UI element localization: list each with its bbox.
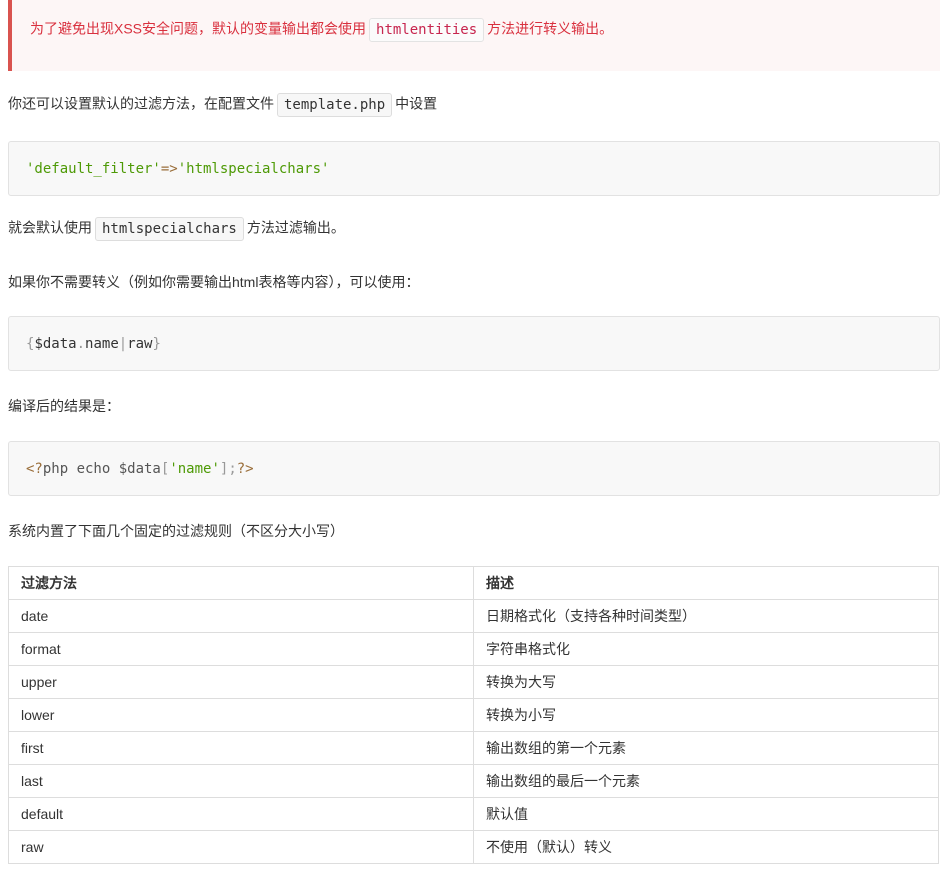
filter-name-cell: default — [8, 797, 474, 831]
p2-inline-code: htmlspecialchars — [95, 217, 244, 241]
filter-name-cell: lower — [8, 698, 474, 732]
filter-desc-cell: 输出数组的第一个元素 — [473, 731, 939, 765]
table-header-row: 过滤方法 描述 — [8, 566, 939, 600]
code2-pipe: | — [118, 335, 128, 352]
header-filter-method: 过滤方法 — [8, 566, 474, 600]
code2-close-brace: } — [152, 335, 161, 352]
table-row: lower 转换为小写 — [8, 698, 939, 732]
code1-arrow: => — [160, 160, 178, 177]
table-row: date 日期格式化（支持各种时间类型） — [8, 599, 939, 633]
filter-name-cell: last — [8, 764, 474, 798]
code3-lbracket: [ — [160, 460, 170, 477]
alert-inline-code: htmlentities — [369, 18, 485, 42]
filter-desc-cell: 字符串格式化 — [473, 632, 939, 666]
p1-text-after: 中设置 — [395, 95, 438, 112]
code2-dot: . — [76, 335, 86, 352]
paragraph-default-filter: 你还可以设置默认的过滤方法，在配置文件 template.php 中设置 — [8, 93, 437, 117]
filter-desc-cell: 日期格式化（支持各种时间类型） — [473, 599, 939, 633]
filter-desc-cell: 转换为小写 — [473, 698, 939, 732]
filter-name-cell: raw — [8, 830, 474, 864]
code3-rbracket: ]; — [219, 460, 237, 477]
code-block-compiled: <? php echo $data['name']; ?> — [8, 441, 940, 496]
code2-var: $data — [34, 335, 77, 352]
table-row: default 默认值 — [8, 797, 939, 831]
table-row: raw 不使用（默认）转义 — [8, 830, 939, 864]
filter-desc-cell: 输出数组的最后一个元素 — [473, 764, 939, 798]
filter-desc-cell: 转换为大写 — [473, 665, 939, 699]
code1-value: 'htmlspecialchars' — [177, 160, 330, 177]
filter-name-cell: format — [8, 632, 474, 666]
p2-text-after: 方法过滤输出。 — [246, 219, 345, 236]
p1-text-before: 你还可以设置默认的过滤方法，在配置文件 — [8, 95, 274, 112]
p2-text-before: 就会默认使用 — [8, 219, 92, 236]
table-row: upper 转换为大写 — [8, 665, 939, 699]
filter-name-cell: first — [8, 731, 474, 765]
code3-close: ?> — [236, 460, 254, 477]
paragraph-no-escape: 如果你不需要转义（例如你需要输出html表格等内容），可以使用： — [8, 274, 420, 290]
xss-warning-alert: 为了避免出现XSS安全问题，默认的变量输出都会使用 htmlentities 方法进… — [8, 0, 940, 71]
code2-open-brace: { — [26, 335, 35, 352]
code3-key: 'name' — [169, 460, 220, 477]
table-row: first 输出数组的第一个元素 — [8, 731, 939, 765]
table-row: format 字符串格式化 — [8, 632, 939, 666]
code-block-raw: {$data. name | raw} — [8, 316, 940, 371]
code3-open: <? — [26, 460, 43, 477]
code-block-default-filter: 'default_filter' => 'htmlspecialchars' — [8, 141, 940, 196]
header-description: 描述 — [473, 566, 939, 600]
filter-desc-cell: 默认值 — [473, 797, 939, 831]
p1-inline-code: template.php — [277, 93, 393, 117]
filter-desc-cell: 不使用（默认）转义 — [473, 830, 939, 864]
filter-name-cell: upper — [8, 665, 474, 699]
code2-filter: raw — [127, 335, 153, 352]
alert-text-after: 方法进行转义输出。 — [487, 20, 614, 37]
filter-name-cell: date — [8, 599, 474, 633]
paragraph-htmlspecialchars: 就会默认使用 htmlspecialchars 方法过滤输出。 — [8, 217, 345, 241]
code3-body: php echo $data — [42, 460, 161, 477]
code1-key: 'default_filter' — [26, 160, 161, 177]
filter-rules-table: 过滤方法 描述 date 日期格式化（支持各种时间类型） format 字符串格… — [8, 566, 939, 864]
code2-name: name — [85, 335, 119, 352]
table-row: last 输出数组的最后一个元素 — [8, 764, 939, 798]
alert-text-before: 为了避免出现XSS安全问题，默认的变量输出都会使用 — [30, 20, 367, 37]
doc-page: 为了避免出现XSS安全问题，默认的变量输出都会使用 htmlentities 方法进… — [0, 0, 943, 881]
paragraph-compiled-result: 编译后的结果是： — [8, 398, 120, 414]
paragraph-builtin-rules: 系统内置了下面几个固定的过滤规则（不区分大小写） — [8, 523, 344, 539]
